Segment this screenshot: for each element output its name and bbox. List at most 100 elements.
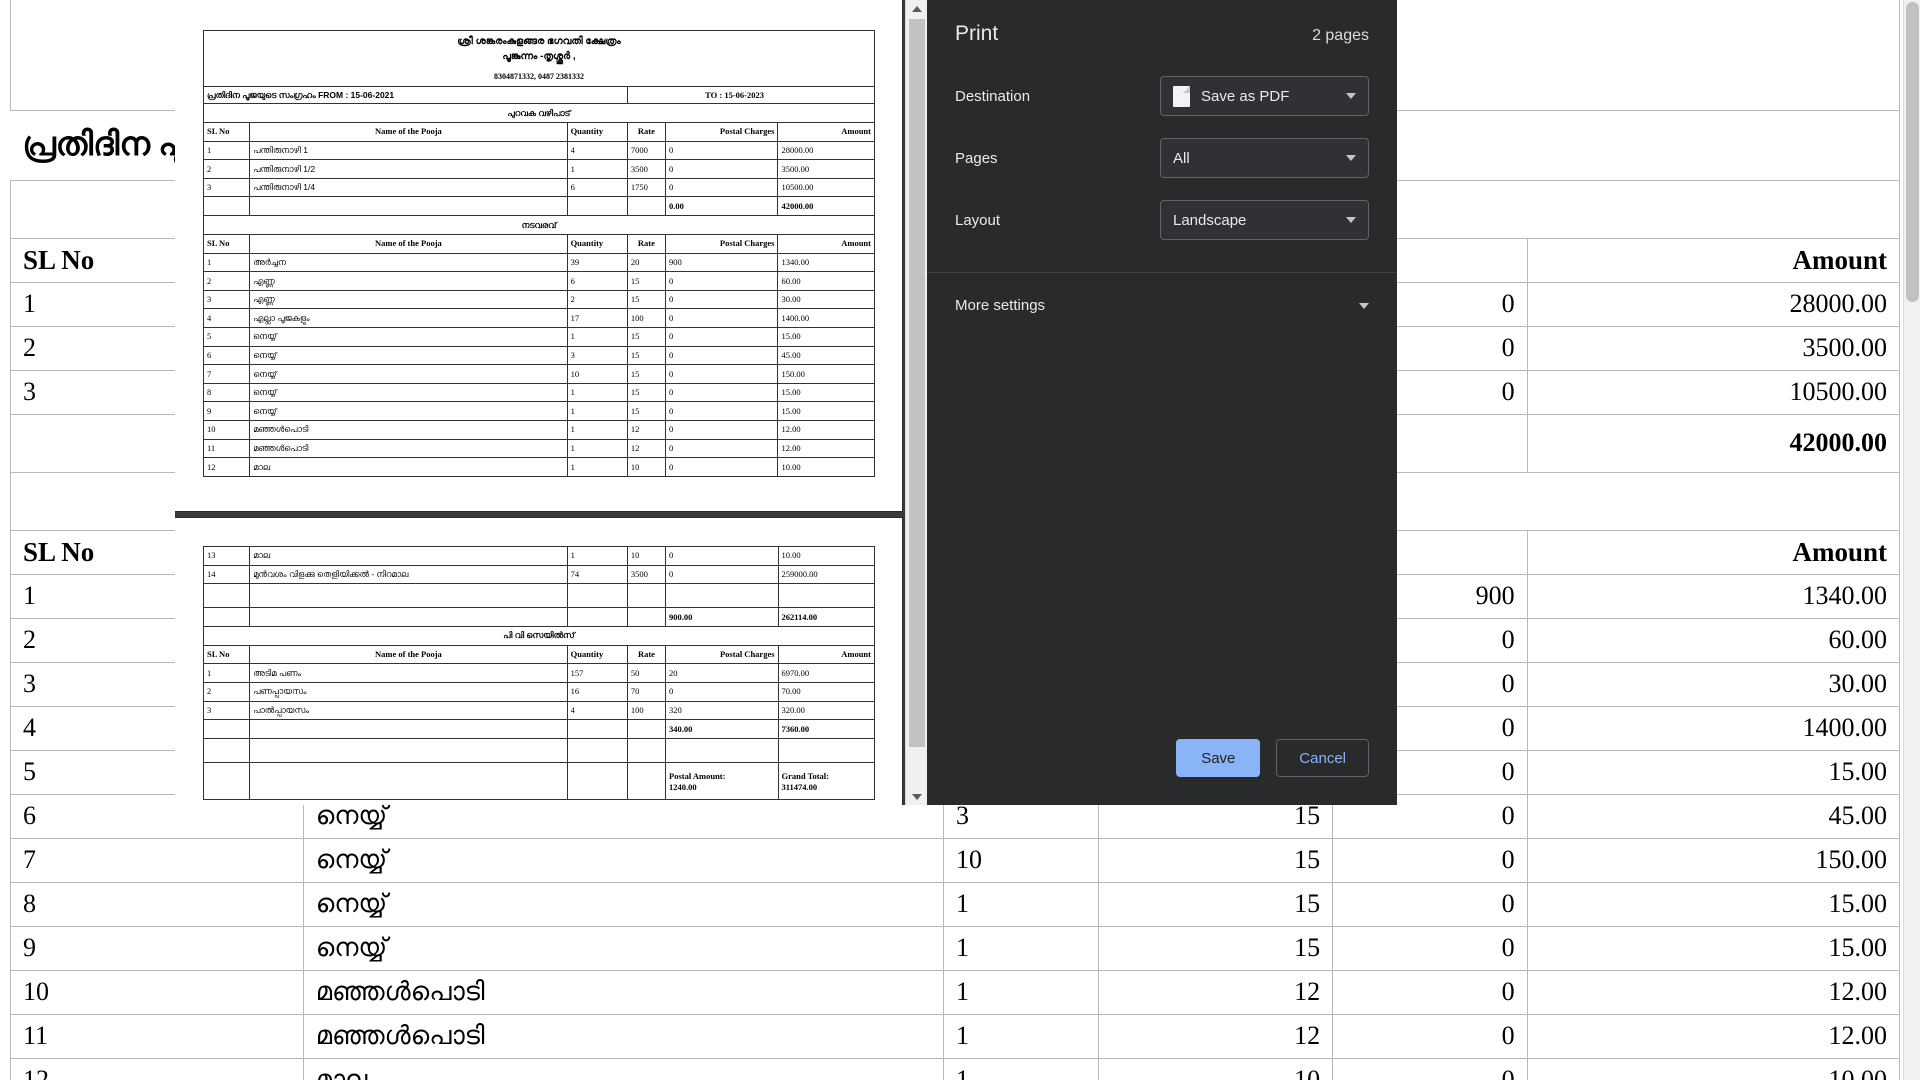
table-row: 7 നെയ്യ് 10 15 0 150.00 [10, 837, 1901, 883]
table-row: 8 നെയ്യ് 1 15 0 15.00 [10, 881, 1901, 927]
scroll-down-button[interactable] [906, 788, 928, 805]
report-table-page-2: 13 മാല 1 10 0 10.00 14 മുൻവശം വിളക്കു തെളിയിക്ക… [202, 546, 876, 800]
pooja-name-cell: എല്ലാ പൂജകളും [249, 308, 568, 328]
bg-pooja-name-cell: നെയ്യ് [302, 881, 945, 927]
more-settings-toggle[interactable]: More settings [927, 273, 1397, 338]
postal-cell: 20 [665, 663, 779, 683]
print-preview-scroll-viewport[interactable]: ശ്രീ ശങ്കരംകുളങ്ങര ഭഗവതി ക്ഷേത്രം പൂങ്കു… [175, 0, 905, 805]
postal-cell: 0 [664, 382, 779, 403]
grand-total-label: Grand Total: [781, 771, 830, 782]
grand-total-cell: Grand Total: 311474.00 [777, 761, 876, 800]
pooja-name-cell: മുൻവശം വിളക്കു തെളിയിക്കൽ - നിറമാല [249, 564, 568, 585]
rate-cell: 70 [626, 681, 667, 702]
spacer-row-2 [202, 737, 876, 763]
bg-rate-cell: 15 [1098, 881, 1334, 927]
amount-cell: 10.00 [777, 546, 876, 566]
preview-page-1: ശ്രീ ശങ്കരംകുളങ്ങര ഭഗവതി ക്ഷേത്രം പൂങ്കു… [175, 0, 902, 511]
quantity-cell: 1 [566, 438, 628, 459]
pages-select[interactable]: All [1160, 138, 1369, 178]
bg-amount-cell: 28000.00 [1526, 281, 1901, 327]
col-postal: Postal Charges [664, 233, 779, 254]
bg-col-amount: Amount [1526, 529, 1901, 575]
report-header-row: ശ്രീ ശങ്കരംകുളങ്ങര ഭഗവതി ക്ഷേത്രം പൂങ്കു… [203, 30, 875, 87]
pages-row: Pages All [955, 138, 1369, 178]
bg-postal-cell: 0 [1332, 969, 1528, 1015]
postal-cell: 0 [664, 326, 779, 347]
report-page-2-content: 13 മാല 1 10 0 10.00 14 മുൻവശം വിളക്കു തെളിയിക്ക… [202, 546, 876, 800]
amount-cell: 259000.00 [777, 564, 876, 585]
section-title: പി വി സെയിൽസ് [203, 625, 875, 646]
postal-cell: 900 [664, 252, 779, 273]
bg-amount-cell: 45.00 [1526, 793, 1901, 839]
bg-amount-cell: 10500.00 [1526, 369, 1901, 415]
table-row: 5നെയ്യ്115015.00 [202, 326, 875, 347]
rate-cell: 12 [626, 438, 666, 459]
scroll-up-button[interactable] [906, 0, 928, 17]
chevron-down-icon [1359, 302, 1369, 309]
bg-amount-cell: 1340.00 [1526, 573, 1901, 619]
section-total-amount: 262114.00 [777, 607, 876, 627]
layout-label: Layout [955, 211, 1001, 229]
col-sl-no: SL No [202, 233, 251, 254]
postal-cell: 0 [664, 289, 779, 310]
pooja-name-cell: നെയ്യ് [249, 326, 568, 347]
bg-pooja-name-cell: മാല [302, 1057, 945, 1080]
section-title-row-2: പി വി സെയിൽസ് [203, 625, 875, 646]
destination-select[interactable]: Save as PDF [1160, 76, 1369, 116]
preview-page-2: 13 മാല 1 10 0 10.00 14 മുൻവശം വിളക്കു തെളിയിക്ക… [175, 518, 902, 805]
bg-sl-cell: 10 [10, 969, 304, 1015]
pooja-name-cell: പന്തിരുനാഴി 1 [249, 140, 568, 161]
col-name: Name of the Pooja [249, 233, 568, 254]
section-title-row-0: പുറവക വഴിപാട് [203, 103, 875, 123]
table-row: 7 നെയ്യ് 10 15 0 150.00 [202, 364, 875, 384]
dialog-spacer [927, 338, 1397, 739]
bg-postal-cell: 0 [1332, 925, 1528, 971]
table-row: 10 മഞ്ഞൾപൊടി 1 12 0 12.00 [10, 969, 1901, 1015]
table-row: 9 നെയ്യ് 1 15 0 15.00 [202, 401, 875, 421]
range-from: പ്രതിദിന പൂജയുടെ സംഗ്രഹം FROM : 15-06-20… [203, 86, 628, 104]
pages-value: All [1173, 149, 1190, 167]
postal-cell: 320 [665, 700, 779, 721]
preview-scrollbar-thumb[interactable] [909, 19, 925, 747]
sl-cell: 5 [202, 326, 251, 347]
amount-cell: 320.00 [777, 700, 876, 721]
bg-pooja-name-cell: നെയ്യ് [302, 925, 945, 971]
page-scrollbar[interactable] [1903, 0, 1920, 1080]
sl-cell: 3 [202, 289, 251, 310]
sl-cell: 13 [202, 546, 251, 566]
bg-amount-cell: 150.00 [1526, 837, 1901, 883]
quantity-cell: 17 [566, 308, 628, 328]
bg-amount-cell: 15.00 [1526, 925, 1901, 971]
preview-scrollbar[interactable] [905, 0, 928, 805]
postal-cell: 0 [664, 457, 779, 477]
cancel-button[interactable]: Cancel [1276, 739, 1369, 777]
quantity-cell: 2 [566, 289, 628, 310]
rate-cell: 15 [626, 326, 666, 347]
page-scrollbar-thumb[interactable] [1906, 2, 1919, 302]
save-button[interactable]: Save [1176, 739, 1261, 777]
rate-cell: 15 [626, 289, 666, 310]
table-row: 1പന്തിരുനാഴി 147000028000.00 [202, 140, 875, 161]
temple-phone: 8304871332, 0487 2381332 [494, 72, 584, 81]
table-row: 12 മാല 1 10 0 10.00 [10, 1057, 1901, 1080]
section-total-row-2: 340.00 7360.00 [202, 719, 876, 739]
table-row: 3പന്തിരുനാഴി 1/461750010500.00 [202, 177, 875, 198]
sl-cell: 4 [202, 308, 251, 328]
rate-cell: 10 [626, 457, 666, 477]
amount-cell: 28000.00 [777, 140, 875, 161]
sl-cell: 8 [202, 382, 251, 403]
table-row: 11 മഞ്ഞൾപൊടി 1 12 0 12.00 [10, 1013, 1901, 1059]
col-amount: Amount [777, 644, 876, 665]
pooja-name-cell: മഞ്ഞൾപൊടി [249, 438, 568, 459]
bg-rate-cell: 10 [1098, 1057, 1334, 1080]
table-row: 4എല്ലാ പൂജകളും1710001400.00 [202, 308, 875, 328]
bg-col-amount: Amount [1526, 237, 1901, 283]
section-title: പുറവക വഴിപാട് [203, 103, 875, 123]
layout-select[interactable]: Landscape [1160, 200, 1369, 240]
bg-quantity-cell: 1 [943, 881, 1100, 927]
col-sl-no: SL No [202, 644, 251, 665]
amount-cell: 10500.00 [777, 177, 875, 198]
more-settings-label: More settings [955, 297, 1046, 314]
rate-cell: 50 [626, 663, 667, 683]
bg-postal-cell: 0 [1332, 881, 1528, 927]
